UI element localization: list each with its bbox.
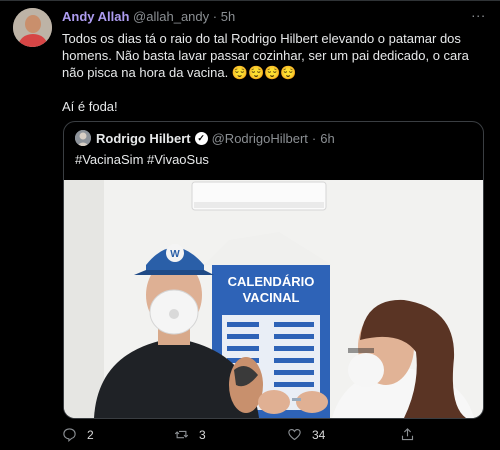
tweet-text-line: Todos os dias tá o raio do tal Rodrigo H… (62, 31, 469, 80)
author-handle[interactable]: @allah_andy (133, 9, 209, 24)
quoted-author-handle[interactable]: @RodrigoHilbert (212, 131, 308, 146)
verified-badge-icon: ✓ (194, 131, 208, 145)
reply-count: 2 (87, 427, 94, 442)
svg-text:W: W (170, 249, 180, 260)
tweet-header: Andy Allah @allah_andy · 5h (62, 9, 235, 24)
more-options-icon[interactable]: ... (471, 4, 486, 20)
separator-dot: · (212, 9, 218, 24)
tweet-time[interactable]: 5h (221, 9, 235, 24)
poster-title-2: VACINAL (243, 290, 300, 305)
tweet-text: Todos os dias tá o raio do tal Rodrigo H… (62, 30, 482, 115)
quoted-author-name[interactable]: Rodrigo Hilbert (96, 131, 191, 146)
quoted-author-avatar (75, 130, 91, 146)
share-icon (401, 428, 414, 441)
quoted-tweet-photo[interactable]: CALENDÁRIO VACINAL W (64, 180, 483, 418)
retweet-count: 3 (199, 427, 206, 442)
reply-button[interactable]: 2 (62, 427, 94, 442)
tweet-actions: 2 3 34 (62, 427, 462, 443)
quoted-separator-dot: · (311, 130, 317, 146)
heart-icon (288, 428, 301, 441)
like-button[interactable]: 34 (287, 427, 325, 442)
quoted-tweet-time[interactable]: 6h (320, 131, 334, 146)
top-divider (0, 0, 500, 1)
share-button[interactable] (400, 427, 415, 442)
author-name[interactable]: Andy Allah (62, 9, 129, 24)
poster-title-1: CALENDÁRIO (228, 274, 315, 289)
quoted-tweet-text: #VacinaSim #VivaoSus (75, 152, 209, 167)
quoted-tweet[interactable]: Rodrigo Hilbert ✓ @RodrigoHilbert · 6h #… (63, 121, 484, 419)
author-avatar[interactable] (13, 8, 52, 47)
reply-icon (63, 428, 76, 442)
quoted-tweet-header: Rodrigo Hilbert ✓ @RodrigoHilbert · 6h (75, 130, 335, 146)
retweet-button[interactable]: 3 (174, 427, 206, 442)
retweet-icon (174, 430, 189, 439)
tweet-text-closing: Aí é foda! (62, 99, 118, 114)
like-count: 34 (312, 427, 326, 442)
